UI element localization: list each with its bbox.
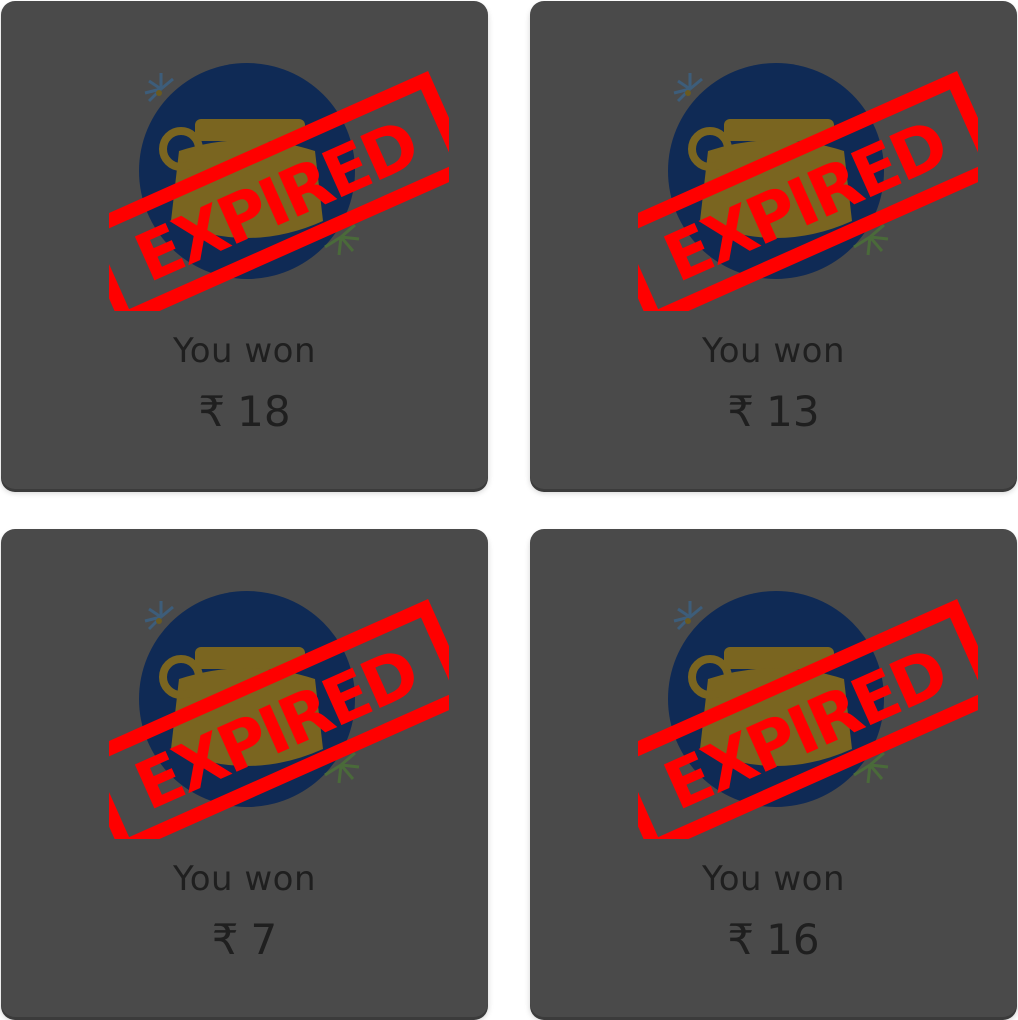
- reward-illustration: EXPIRED: [638, 41, 978, 311]
- rupee-symbol: ₹: [727, 387, 755, 436]
- rupee-symbol: ₹: [211, 915, 239, 964]
- scratch-card[interactable]: EXPIRED You won ₹18: [1, 1, 488, 489]
- you-won-label: You won: [172, 859, 317, 899]
- reward-illustration: EXPIRED: [109, 41, 449, 311]
- you-won-label: You won: [701, 859, 846, 899]
- amount-value: 7: [250, 915, 278, 964]
- scratch-card[interactable]: EXPIRED You won ₹13: [530, 1, 1017, 489]
- amount-value: 16: [766, 915, 820, 964]
- scratch-cards-grid: EXPIRED You won ₹18 EXPIRED You won ₹ 13…: [0, 0, 1018, 1020]
- you-won-label: You won: [701, 331, 846, 371]
- reward-amount: ₹16: [530, 915, 1017, 964]
- scratch-card[interactable]: EXPIRED You won ₹7: [1, 529, 488, 1017]
- reward-amount: ₹7: [1, 915, 488, 964]
- you-won-label: You won: [172, 331, 317, 371]
- rupee-symbol: ₹: [198, 387, 226, 436]
- reward-illustration: EXPIRED: [109, 569, 449, 839]
- rupee-symbol: ₹: [727, 915, 755, 964]
- reward-amount: ₹13: [530, 387, 1017, 436]
- scratch-card[interactable]: EXPIRED You won ₹16: [530, 529, 1017, 1017]
- reward-illustration: EXPIRED: [638, 569, 978, 839]
- amount-value: 13: [766, 387, 820, 436]
- reward-amount: ₹18: [1, 387, 488, 436]
- amount-value: 18: [237, 387, 291, 436]
